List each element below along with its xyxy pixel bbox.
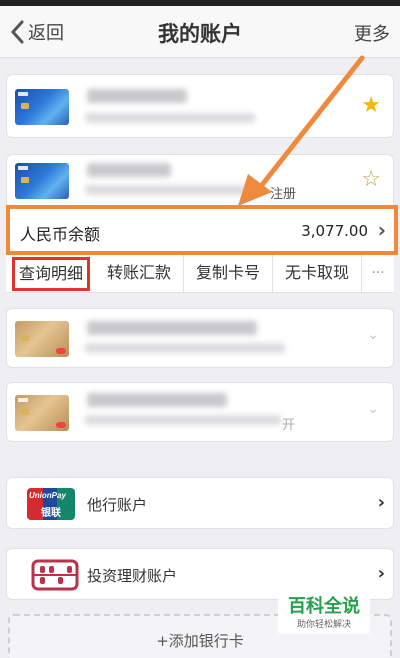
card-suffix-text: 注册: [270, 187, 297, 202]
other-bank-accounts-row[interactable]: UnionPay 银联 他行账户 ›: [6, 477, 394, 529]
chevron-right-icon: ›: [377, 218, 386, 242]
balance-amount: 3,077.00: [301, 222, 368, 240]
chevron-down-icon[interactable]: ⌄: [367, 327, 379, 343]
investment-accounts-row[interactable]: 投资理财账户 ›: [6, 548, 394, 600]
more-actions-button[interactable]: ···: [362, 255, 394, 293]
card-thumbnail: [15, 89, 69, 125]
balance-label: 人民币余额: [20, 225, 101, 244]
masked-card-number: [85, 343, 285, 353]
star-outline-icon[interactable]: ☆: [361, 167, 381, 192]
transfer-button[interactable]: 转账汇款: [95, 255, 184, 293]
chevron-right-icon: ›: [377, 563, 385, 584]
chevron-down-icon[interactable]: ⌄: [367, 401, 379, 417]
masked-card-name: [87, 89, 187, 103]
query-details-button[interactable]: 查询明细: [12, 257, 90, 291]
card-thumbnail: [15, 395, 69, 431]
nav-bar: 返回 我的账户 更多: [0, 6, 400, 58]
card-thumbnail: [15, 321, 69, 357]
other-bank-label: 他行账户: [87, 496, 148, 514]
chevron-right-icon: ›: [377, 492, 385, 513]
copy-card-number-button[interactable]: 复制卡号: [184, 255, 273, 293]
masked-card-number: [85, 113, 255, 123]
star-filled-icon[interactable]: ★: [361, 93, 381, 118]
abacus-icon: [31, 559, 79, 591]
card-thumbnail: [15, 163, 69, 199]
investment-label: 投资理财账户: [87, 567, 178, 585]
bank-card-4[interactable]: ⌄: [6, 382, 394, 442]
bank-card-3[interactable]: ⌄: [6, 308, 394, 368]
cardless-withdraw-button[interactable]: 无卡取现: [273, 255, 362, 293]
watermark: 百科全说 助你轻松解决: [278, 594, 370, 634]
page-title: 我的账户: [158, 22, 242, 46]
masked-card-number: [85, 415, 281, 425]
masked-card-name: [87, 163, 171, 177]
more-button[interactable]: 更多: [354, 20, 390, 46]
masked-card-name: [87, 321, 257, 335]
watermark-title: 百科全说: [288, 596, 360, 617]
unionpay-logo-en: UnionPay: [29, 491, 66, 500]
watermark-subtitle: 助你轻松解决: [296, 620, 351, 630]
bank-card-1[interactable]: ★: [6, 74, 394, 138]
rmb-balance-row[interactable]: 人民币余额 3,077.00 ›: [6, 205, 398, 255]
masked-card-name: [87, 393, 227, 407]
unionpay-logo: UnionPay 银联: [27, 488, 75, 520]
bank-card-2[interactable]: ☆: [6, 154, 394, 206]
card-action-bar: 查询明细 转账汇款 复制卡号 无卡取现 ···: [6, 255, 394, 293]
unionpay-logo-cn: 银联: [41, 508, 61, 519]
card-suffix-text: 开: [282, 418, 296, 433]
masked-card-number: [85, 185, 265, 195]
